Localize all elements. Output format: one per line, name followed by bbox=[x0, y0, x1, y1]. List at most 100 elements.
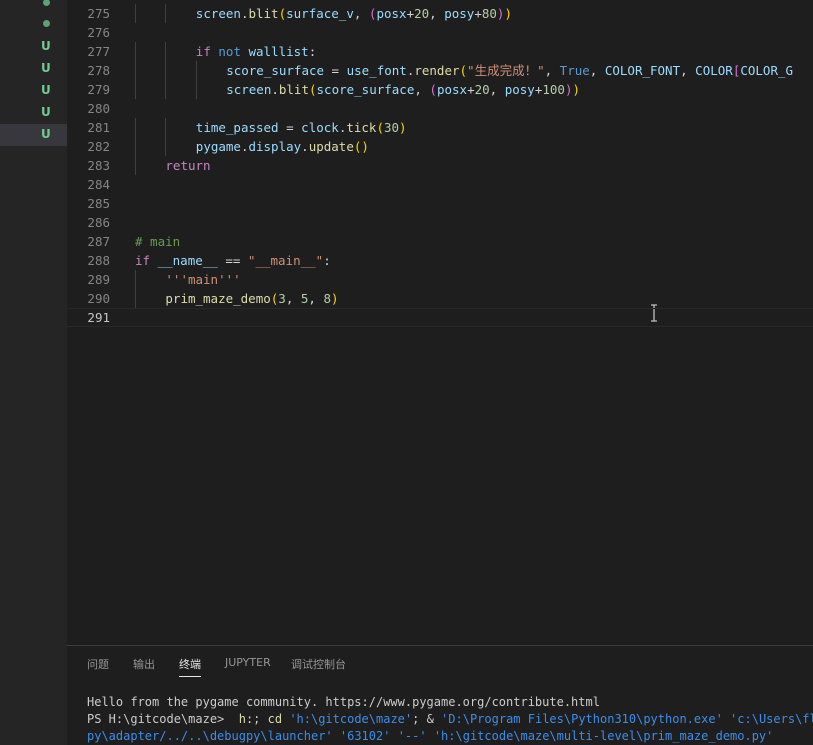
code-token: . bbox=[271, 82, 279, 97]
explorer-file-row[interactable]: U bbox=[0, 58, 67, 80]
explorer-file-row[interactable]: U bbox=[0, 124, 67, 146]
code-token: ( bbox=[278, 6, 287, 21]
code-token: + bbox=[467, 82, 475, 97]
explorer-sidebar: UUUUU bbox=[0, 0, 67, 745]
code-line[interactable]: 277 if not walllist: bbox=[67, 42, 813, 61]
code-text: pygame.display.update() bbox=[196, 137, 369, 156]
code-token: = bbox=[324, 63, 347, 78]
code-token: posy bbox=[444, 6, 475, 21]
code-token: use_font bbox=[346, 63, 407, 78]
line-number: 282 bbox=[87, 139, 110, 154]
explorer-file-row[interactable] bbox=[0, 0, 67, 14]
code-token: '''main''' bbox=[165, 272, 241, 287]
code-token: + bbox=[406, 6, 415, 21]
code-line[interactable]: 275 screen.blit(surface_v, (posx+20, posy… bbox=[67, 4, 813, 23]
code-token: , bbox=[353, 6, 369, 21]
code-line[interactable]: 283 return bbox=[67, 156, 813, 175]
code-editor[interactable]: 275 screen.blit(surface_v, (posx+20, posy… bbox=[67, 0, 813, 645]
code-line[interactable]: 281 time_passed = clock.tick(30) bbox=[67, 118, 813, 137]
explorer-file-row[interactable] bbox=[0, 13, 67, 35]
code-line[interactable]: 279 screen.blit(score_surface, (posx+20, … bbox=[67, 80, 813, 99]
panel-tab[interactable]: JUPYTER bbox=[225, 656, 271, 673]
terminal-text: 'D:\Program Files\Python310\python.exe' bbox=[441, 712, 723, 726]
code-token: , bbox=[308, 291, 324, 306]
code-line[interactable]: 276 bbox=[67, 23, 813, 42]
bottom-panel: 问题 输出 终端 JUPYTER 调试控制台 Hello from the pygame… bbox=[67, 645, 813, 745]
line-number: 290 bbox=[87, 291, 110, 306]
code-token: , bbox=[544, 63, 560, 78]
code-token: . bbox=[301, 139, 309, 154]
code-token: prim_maze_demo bbox=[165, 291, 271, 306]
code-token: ) bbox=[572, 82, 580, 97]
code-token: ( bbox=[459, 63, 468, 78]
line-number: 284 bbox=[87, 177, 110, 192]
panel-tab[interactable]: 问题 bbox=[87, 656, 109, 676]
indent-guide bbox=[195, 80, 197, 99]
line-number: 286 bbox=[87, 215, 110, 230]
code-token: , bbox=[414, 82, 430, 97]
code-line[interactable]: 286 bbox=[67, 213, 813, 232]
indent-guide bbox=[165, 61, 167, 80]
indent-guide bbox=[165, 42, 167, 61]
terminal-line: py\adapter/../..\debugpy\launcher' '6310… bbox=[87, 728, 773, 745]
terminal-text: ; bbox=[253, 712, 268, 726]
code-line[interactable]: 282 pygame.display.update() bbox=[67, 137, 813, 156]
indent-guide bbox=[135, 80, 136, 99]
code-token: ) bbox=[331, 291, 339, 306]
code-token: ( bbox=[308, 82, 317, 97]
terminal-text: PS H:\gitcode\maze> bbox=[87, 712, 239, 726]
terminal-text: ; & bbox=[412, 712, 442, 726]
code-text: time_passed = clock.tick(30) bbox=[196, 118, 407, 137]
code-token: render bbox=[414, 63, 460, 78]
code-text: # main bbox=[135, 232, 180, 251]
code-token: posx bbox=[376, 6, 407, 21]
code-text: return bbox=[165, 156, 210, 175]
code-line[interactable]: 285 bbox=[67, 194, 813, 213]
code-token: time_passed bbox=[195, 120, 279, 135]
indent-guide bbox=[135, 4, 136, 23]
code-token: update bbox=[308, 139, 354, 154]
panel-tab[interactable]: 终端 bbox=[179, 656, 201, 677]
panel-tab[interactable]: 调试控制台 bbox=[291, 656, 346, 676]
terminal-text: 'c:\Users\flame bbox=[730, 712, 813, 726]
indent-guide bbox=[135, 137, 136, 156]
code-token: 20 bbox=[414, 6, 430, 21]
indent-guide bbox=[165, 4, 167, 23]
code-token: score_surface bbox=[316, 82, 415, 97]
explorer-file-row[interactable]: U bbox=[0, 102, 67, 124]
code-line[interactable]: 287 # main bbox=[67, 232, 813, 251]
code-token: "生成完成！" bbox=[467, 63, 545, 78]
indent-guide bbox=[135, 270, 136, 289]
code-line[interactable]: 284 bbox=[67, 175, 813, 194]
code-line[interactable]: 291 bbox=[67, 308, 813, 327]
indent-guide bbox=[135, 156, 136, 175]
indent-guide bbox=[135, 118, 136, 137]
line-number: 288 bbox=[87, 253, 110, 268]
code-line[interactable]: 290 prim_maze_demo(3, 5, 8) bbox=[67, 289, 813, 308]
code-line[interactable]: 288 if __name__ == "__main__": bbox=[67, 251, 813, 270]
code-token: display bbox=[248, 139, 302, 154]
explorer-file-row[interactable]: U bbox=[0, 80, 67, 102]
code-token: clock bbox=[301, 120, 339, 135]
indent-guide bbox=[135, 61, 136, 80]
code-token: 3 bbox=[278, 291, 286, 306]
code-token: 30 bbox=[383, 120, 400, 135]
code-text: if __name__ == "__main__": bbox=[135, 251, 331, 270]
code-line[interactable]: 280 bbox=[67, 99, 813, 118]
code-token: True bbox=[559, 63, 590, 78]
line-number: 291 bbox=[87, 310, 110, 325]
code-line[interactable]: 289 '''main''' bbox=[67, 270, 813, 289]
code-text: screen.blit(score_surface, (posx+20, pos… bbox=[226, 80, 580, 99]
line-number: 283 bbox=[87, 158, 110, 173]
code-token: not bbox=[218, 44, 241, 59]
code-line[interactable]: 278 score_surface = use_font.render("生成完成… bbox=[67, 61, 813, 80]
code-token: ( bbox=[429, 82, 437, 97]
indent-guide bbox=[165, 80, 167, 99]
explorer-file-row[interactable]: U bbox=[0, 36, 67, 58]
panel-tab[interactable]: 输出 bbox=[133, 656, 155, 676]
terminal-text: py\adapter/../..\debugpy\launcher' bbox=[87, 729, 333, 743]
